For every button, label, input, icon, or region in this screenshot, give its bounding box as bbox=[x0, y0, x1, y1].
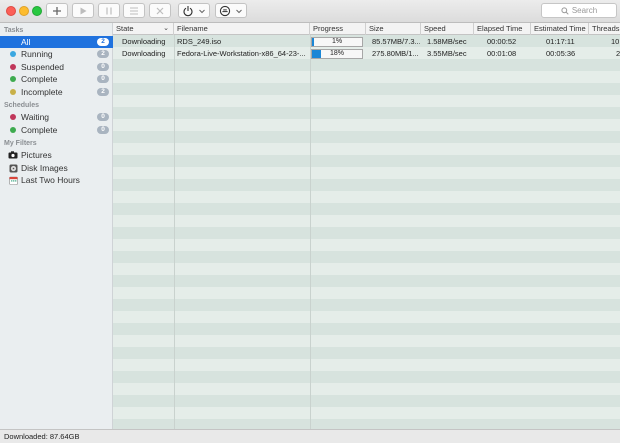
resume-button[interactable] bbox=[72, 3, 94, 18]
power-icon bbox=[183, 5, 193, 16]
speed-limit-button[interactable] bbox=[215, 3, 247, 18]
column-header-size[interactable]: Size bbox=[366, 23, 421, 35]
status-bar: Downloaded: 87.64GB bbox=[0, 429, 620, 443]
calendar-icon bbox=[8, 176, 18, 185]
count-badge: 0 bbox=[97, 113, 109, 121]
window-minimize-button[interactable] bbox=[19, 6, 29, 16]
x-icon bbox=[156, 7, 164, 14]
progress-label: 18% bbox=[329, 50, 344, 57]
sidebar: Tasks All 2 Running 2 Suspended 0 Comple… bbox=[0, 23, 113, 429]
filename-cell: RDS_249.iso bbox=[177, 37, 222, 46]
sidebar-item-label: Disk Images bbox=[21, 163, 68, 173]
filters-group-title: My Filters bbox=[4, 140, 37, 147]
sidebar-item-waiting[interactable]: Waiting 0 bbox=[0, 111, 113, 123]
count-badge: 0 bbox=[97, 126, 109, 134]
downloads-table: State ⌄ Filename Progress Size Speed Ela… bbox=[113, 23, 620, 429]
table-header: State ⌄ Filename Progress Size Speed Ela… bbox=[113, 23, 620, 35]
sidebar-item-label: Incomplete bbox=[21, 87, 63, 97]
sidebar-item-all[interactable]: All 2 bbox=[0, 36, 113, 48]
column-header-estimated-time[interactable]: Estimated Time bbox=[531, 23, 589, 35]
list-button[interactable] bbox=[123, 3, 145, 18]
status-dot bbox=[10, 89, 16, 95]
sidebar-item-label: Suspended bbox=[21, 62, 65, 72]
sidebar-item-pictures[interactable]: Pictures bbox=[0, 149, 113, 161]
window-maximize-button[interactable] bbox=[32, 6, 42, 16]
elapsed-cell: 00:00:52 bbox=[487, 37, 517, 46]
status-dot bbox=[10, 76, 16, 82]
disk-icon bbox=[8, 164, 18, 173]
add-download-button[interactable] bbox=[46, 3, 68, 18]
pause-button[interactable] bbox=[98, 3, 120, 18]
pause-icon bbox=[106, 7, 112, 14]
schedules-group-title: Schedules bbox=[4, 102, 40, 109]
sidebar-item-complete[interactable]: Complete 0 bbox=[0, 73, 113, 85]
sidebar-item-label: Waiting bbox=[21, 112, 50, 122]
column-header-elapsed-time[interactable]: Elapsed Time bbox=[474, 23, 531, 35]
sidebar-item-disk-images[interactable]: Disk Images bbox=[0, 162, 113, 174]
sidebar-item-schedule-complete[interactable]: Complete 0 bbox=[0, 124, 113, 136]
column-header-progress[interactable]: Progress bbox=[310, 23, 366, 35]
size-cell: 85.57MB/7.3... bbox=[372, 37, 420, 46]
size-cell: 275.80MB/1... bbox=[372, 49, 419, 58]
remove-button[interactable] bbox=[149, 3, 171, 18]
chevron-down-icon: ⌄ bbox=[163, 25, 169, 32]
sidebar-item-label: Last Two Hours bbox=[21, 175, 80, 185]
state-cell: Downloading bbox=[122, 37, 166, 46]
count-badge: 0 bbox=[97, 63, 109, 71]
count-badge: 2 bbox=[97, 88, 109, 96]
filename-cell: Fedora-Live-Workstation-x86_64-23-... bbox=[177, 49, 306, 58]
window-close-button[interactable] bbox=[6, 6, 16, 16]
toolbar: Search bbox=[0, 0, 620, 23]
progress-bar: 18% bbox=[311, 49, 363, 59]
sidebar-item-running[interactable]: Running 2 bbox=[0, 48, 113, 60]
camera-icon bbox=[8, 151, 18, 160]
status-dot bbox=[10, 51, 16, 57]
speed-cell: 1.58MB/sec bbox=[427, 37, 467, 46]
status-dot bbox=[10, 39, 16, 45]
chevron-down-icon bbox=[236, 9, 242, 13]
threads-cell: 2 bbox=[616, 49, 620, 58]
state-cell: Downloading bbox=[122, 49, 166, 58]
estimated-cell: 01:17:11 bbox=[546, 37, 575, 46]
elapsed-cell: 00:01:08 bbox=[487, 49, 517, 58]
column-header-threads[interactable]: Threads bbox=[589, 23, 620, 35]
speed-icon bbox=[219, 5, 231, 16]
status-dot bbox=[10, 64, 16, 70]
table-row[interactable]: Downloading RDS_249.iso 1% 85.57MB/7.3..… bbox=[113, 36, 620, 48]
count-badge: 0 bbox=[97, 75, 109, 83]
sidebar-item-label: Complete bbox=[21, 74, 58, 84]
progress-label: 1% bbox=[331, 38, 343, 45]
tasks-group-title: Tasks bbox=[4, 27, 24, 34]
sidebar-item-label: All bbox=[21, 37, 31, 47]
column-divider bbox=[310, 35, 311, 429]
sidebar-item-incomplete[interactable]: Incomplete 2 bbox=[0, 86, 113, 98]
table-row[interactable]: Downloading Fedora-Live-Workstation-x86_… bbox=[113, 48, 620, 60]
search-icon bbox=[561, 6, 569, 15]
sidebar-item-suspended[interactable]: Suspended 0 bbox=[0, 61, 113, 73]
sidebar-item-last-two-hours[interactable]: Last Two Hours bbox=[0, 174, 113, 186]
downloaded-total: Downloaded: 87.64GB bbox=[4, 432, 80, 441]
column-header-filename[interactable]: Filename bbox=[174, 23, 310, 35]
status-dot bbox=[10, 114, 16, 120]
column-header-state[interactable]: State ⌄ bbox=[113, 23, 174, 35]
speed-cell: 3.55MB/sec bbox=[427, 49, 467, 58]
sidebar-item-label: Running bbox=[21, 49, 53, 59]
search-field[interactable]: Search bbox=[541, 3, 617, 18]
status-dot bbox=[10, 127, 16, 133]
estimated-cell: 00:05:36 bbox=[546, 49, 576, 58]
list-icon bbox=[130, 7, 138, 14]
count-badge: 2 bbox=[97, 50, 109, 58]
count-badge: 2 bbox=[97, 38, 109, 46]
sidebar-item-label: Complete bbox=[21, 125, 58, 135]
play-icon bbox=[80, 7, 87, 14]
threads-cell: 10 bbox=[611, 37, 620, 46]
column-divider bbox=[174, 35, 175, 429]
search-placeholder: Search bbox=[571, 6, 598, 15]
progress-bar: 1% bbox=[311, 37, 363, 47]
plus-icon bbox=[53, 6, 61, 15]
sidebar-item-label: Pictures bbox=[21, 150, 52, 160]
chevron-down-icon bbox=[199, 9, 205, 13]
power-menu-button[interactable] bbox=[178, 3, 210, 18]
column-header-speed[interactable]: Speed bbox=[421, 23, 474, 35]
